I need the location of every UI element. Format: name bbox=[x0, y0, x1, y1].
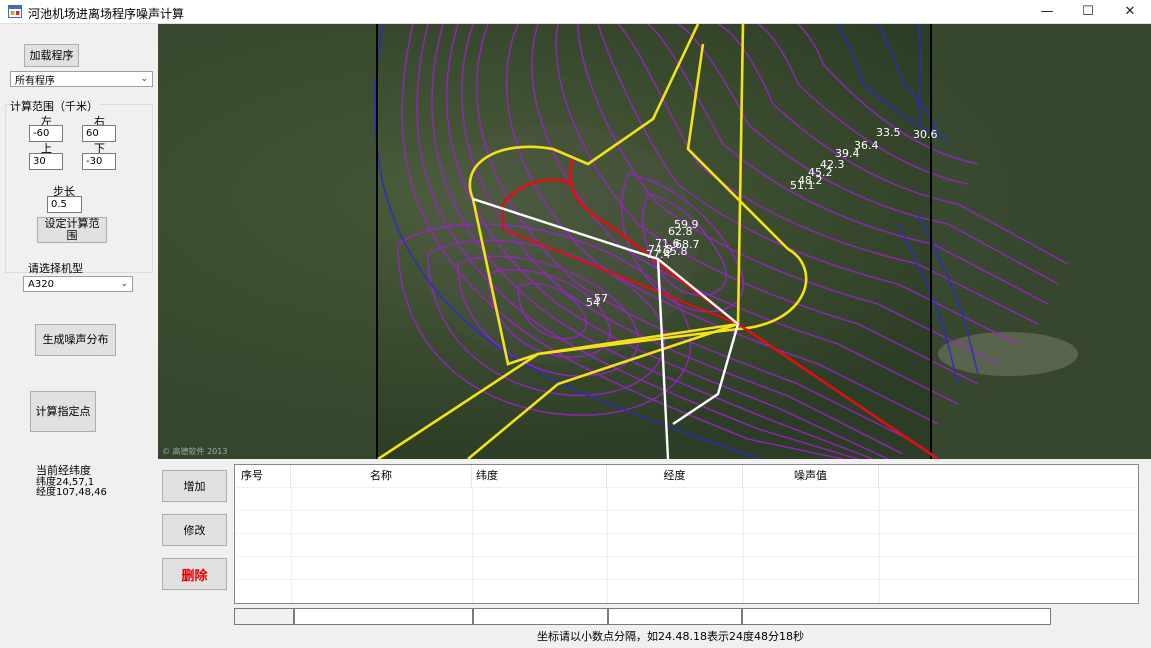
calc-point-button[interactable]: 计算指定点 bbox=[30, 391, 96, 432]
input-noise-field[interactable] bbox=[742, 608, 1051, 625]
procedure-select-value: 所有程序 bbox=[15, 75, 55, 87]
input-longitude-field[interactable] bbox=[608, 608, 742, 625]
col-header-name[interactable]: 名称 bbox=[291, 465, 472, 487]
grid-divider bbox=[607, 487, 608, 603]
grid-divider bbox=[291, 487, 292, 603]
close-button[interactable]: ✕ bbox=[1108, 0, 1151, 24]
app-form-icon bbox=[8, 5, 22, 18]
col-header-latitude[interactable]: 纬度 bbox=[472, 465, 607, 487]
range-top-input[interactable]: 30 bbox=[29, 153, 63, 170]
grid-divider bbox=[879, 487, 880, 603]
maximize-button[interactable]: ☐ bbox=[1066, 0, 1110, 24]
current-longitude: 经度107,48,46 bbox=[36, 487, 107, 498]
window-title: 河池机场进离场程序噪声计算 bbox=[28, 7, 185, 21]
grid-divider bbox=[235, 579, 1138, 580]
grid-divider bbox=[235, 510, 1138, 511]
procedure-select[interactable]: 所有程序 ⌄ bbox=[10, 71, 153, 87]
input-index-field bbox=[234, 608, 294, 625]
terrain-right bbox=[930, 24, 1151, 459]
grid-divider bbox=[743, 487, 744, 603]
col-header-longitude[interactable]: 经度 bbox=[607, 465, 743, 487]
noise-map[interactable]: 33.5 30.6 36.4 39.4 42.3 45.2 48.2 51.1 … bbox=[158, 24, 1151, 459]
coordinate-format-hint: 坐标请以小数点分隔，如24.48.18表示24度48分18秒 bbox=[537, 630, 804, 643]
col-header-noise[interactable]: 噪声值 bbox=[743, 465, 879, 487]
add-button[interactable]: 增加 bbox=[162, 470, 227, 502]
map-copyright: © 高德软件 2013 bbox=[162, 447, 228, 456]
calc-range-title: 计算范围（千米） bbox=[10, 98, 100, 114]
contour-label: 57 bbox=[594, 292, 608, 305]
contour-label: 33.5 bbox=[876, 126, 901, 139]
contour-label: 51.1 bbox=[790, 179, 815, 192]
aircraft-type-select[interactable]: A320 ⌄ bbox=[23, 276, 133, 292]
input-name-field[interactable] bbox=[294, 608, 473, 625]
generate-noise-button[interactable]: 生成噪声分布 bbox=[35, 324, 116, 356]
aircraft-type-value: A320 bbox=[28, 278, 54, 290]
aircraft-type-label: 请选择机型 bbox=[28, 262, 83, 275]
grid-divider bbox=[235, 487, 1138, 488]
points-table[interactable]: 序号 名称 纬度 经度 噪声值 bbox=[234, 464, 1139, 604]
minimize-button[interactable]: — bbox=[1025, 0, 1069, 24]
left-control-panel: 加载程序 所有程序 ⌄ 计算范围（千米） 左 右 -60 60 上 下 30 -… bbox=[0, 25, 158, 648]
set-range-button[interactable]: 设定计算范围 bbox=[37, 217, 107, 243]
contour-label: 30.6 bbox=[913, 128, 938, 141]
chevron-down-icon: ⌄ bbox=[120, 279, 128, 289]
grid-divider bbox=[472, 487, 473, 603]
contour-label: 65.8 bbox=[663, 245, 688, 258]
terrain-left bbox=[158, 24, 378, 459]
title-bar: 河池机场进离场程序噪声计算 — ☐ ✕ bbox=[0, 0, 1151, 24]
edit-button[interactable]: 修改 bbox=[162, 514, 227, 546]
input-latitude-field[interactable] bbox=[473, 608, 608, 625]
delete-button[interactable]: 删除 bbox=[162, 558, 227, 590]
range-bottom-input[interactable]: -30 bbox=[82, 153, 116, 170]
calc-range-group bbox=[5, 104, 153, 273]
grid-divider bbox=[235, 556, 1138, 557]
col-header-index[interactable]: 序号 bbox=[235, 465, 291, 487]
grid-divider bbox=[235, 533, 1138, 534]
chevron-down-icon: ⌄ bbox=[140, 74, 148, 84]
step-input[interactable]: 0.5 bbox=[47, 196, 82, 213]
load-procedure-button[interactable]: 加载程序 bbox=[24, 44, 79, 67]
